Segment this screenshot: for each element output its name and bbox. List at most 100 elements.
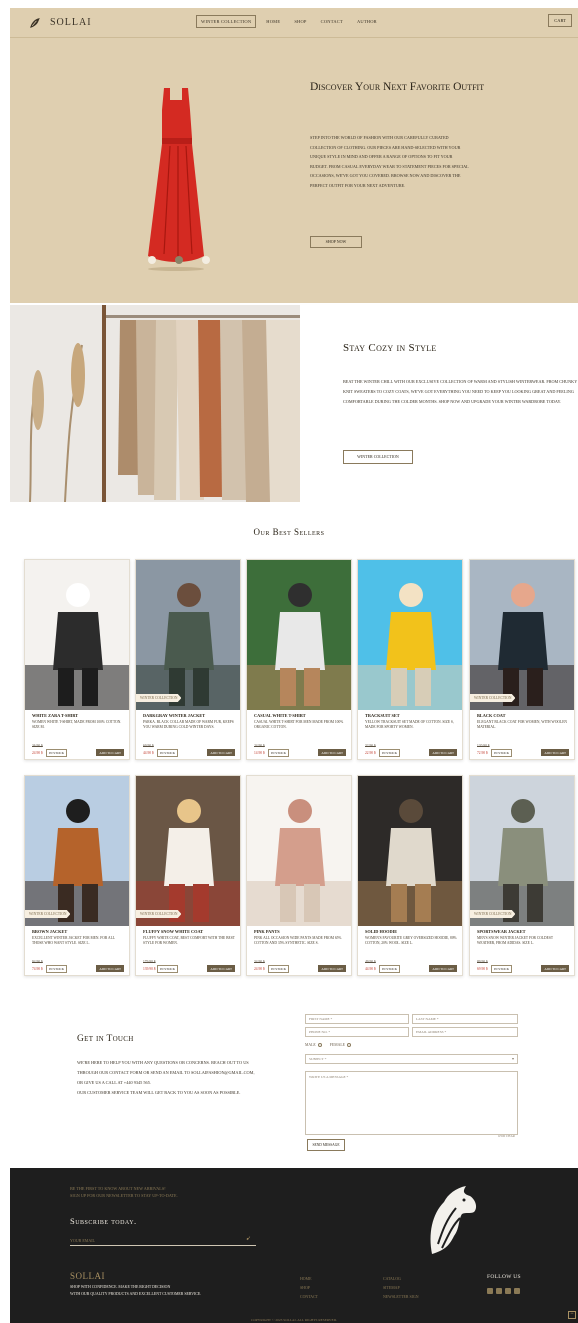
add-to-cart-button[interactable]: ADD TO CART xyxy=(429,749,457,756)
product-card[interactable]: WINTER COLLECTION Black Coat Elegant black… xyxy=(469,559,575,760)
facebook-icon[interactable] xyxy=(505,1288,511,1294)
product-card[interactable]: WINTER COLLECTION Brown Jacket Excellent w… xyxy=(24,775,130,976)
product-description: Women's favourite grey oversized hoodie,… xyxy=(365,936,457,945)
phone-field[interactable]: PHONE NO. * xyxy=(305,1027,409,1037)
send-icon[interactable]: ➹ xyxy=(246,1235,251,1242)
add-to-cart-button[interactable]: ADD TO CART xyxy=(96,749,124,756)
product-image[interactable] xyxy=(247,560,351,710)
nav-home[interactable]: HOME xyxy=(262,16,284,27)
product-name[interactable]: Casual White T-shirt xyxy=(254,713,306,718)
product-name[interactable]: White Zara T-shirt xyxy=(32,713,78,718)
product-old-price: 179.90 $ xyxy=(143,960,156,964)
product-description: Yellow tracksuit set made of cotton. Siz… xyxy=(365,720,454,729)
product-name[interactable]: Solid Hoodie xyxy=(365,929,397,934)
product-name[interactable]: Pink Pants xyxy=(254,929,280,934)
product-price: 22.90 $ xyxy=(365,751,376,755)
product-image[interactable] xyxy=(358,560,462,710)
add-to-cart-button[interactable]: ADD TO CART xyxy=(318,965,346,972)
footer-link-home[interactable]: HOME xyxy=(300,1275,318,1284)
footer-link-catalog[interactable]: CATALOG xyxy=(383,1275,419,1284)
product-name[interactable]: Tracksuit set xyxy=(365,713,400,718)
add-to-cart-button[interactable]: ADD TO CART xyxy=(541,749,569,756)
footer-link-newsletter[interactable]: NEWSLETTER SIGN xyxy=(383,1293,419,1302)
shop-now-button[interactable]: SHOP NOW xyxy=(310,236,362,248)
nav-contact[interactable]: CONTACT xyxy=(317,16,347,27)
product-image[interactable] xyxy=(136,776,240,926)
brand-name[interactable]: SOLLAI xyxy=(50,17,92,28)
product-image[interactable] xyxy=(470,776,574,926)
stock-badge: IN STOCK xyxy=(46,749,68,757)
carousel-dot-active[interactable] xyxy=(175,256,183,264)
newsletter-email-input[interactable]: YOUR EMAIL xyxy=(70,1236,256,1246)
product-image[interactable] xyxy=(470,560,574,710)
social-icons xyxy=(487,1288,520,1294)
carousel-dots xyxy=(148,256,210,264)
send-message-button[interactable]: SEND MESSAGE xyxy=(307,1139,345,1151)
product-image[interactable] xyxy=(25,560,129,710)
add-to-cart-button[interactable]: ADD TO CART xyxy=(541,965,569,972)
footer-tagline: Shop with confidence. Make the right dec… xyxy=(70,1284,201,1298)
product-card[interactable]: WINTER COLLECTION Sportswear Jacket Men's … xyxy=(469,775,575,976)
add-to-cart-button[interactable]: ADD TO CART xyxy=(207,749,235,756)
product-name[interactable]: Sportswear Jacket xyxy=(477,929,525,934)
subscribe-heading: Subscribe today. xyxy=(70,1216,137,1226)
footer-brand[interactable]: SOLLAI xyxy=(70,1271,105,1281)
product-old-price: 36.90 $ xyxy=(32,744,43,748)
main-nav: WINTER COLLECTION HOME SHOP CONTACT AUTH… xyxy=(196,15,381,28)
product-name[interactable]: Darkgray Winter Jacket xyxy=(143,713,205,718)
scroll-top-icon[interactable]: ^ xyxy=(568,1311,576,1319)
product-image[interactable] xyxy=(247,776,351,926)
product-card[interactable]: Casual White T-shirt Casual white T-shirt… xyxy=(246,559,352,760)
char-counter: 0/500 CHAR xyxy=(498,1134,515,1138)
youtube-icon[interactable] xyxy=(514,1288,520,1294)
add-to-cart-button[interactable]: ADD TO CART xyxy=(96,965,124,972)
footer-link-shop[interactable]: SHOP xyxy=(300,1284,318,1293)
add-to-cart-button[interactable]: ADD TO CART xyxy=(207,965,235,972)
add-to-cart-button[interactable]: ADD TO CART xyxy=(429,965,457,972)
product-card[interactable]: Solid Hoodie Women's favourite grey overs… xyxy=(357,775,463,976)
product-name[interactable]: Fluffy Snow White Coat xyxy=(143,929,203,934)
collection-badge: WINTER COLLECTION xyxy=(470,910,516,918)
product-old-price: 89.90 $ xyxy=(477,960,488,964)
carousel-dot[interactable] xyxy=(202,256,210,264)
cart-button[interactable]: CART xyxy=(548,14,572,27)
product-old-price: 49.90 $ xyxy=(365,960,376,964)
twitter-icon[interactable] xyxy=(496,1288,502,1294)
product-card[interactable]: WINTER COLLECTION Fluffy Snow White Coat F… xyxy=(135,775,241,976)
product-name[interactable]: Black Coat xyxy=(477,713,505,718)
email-field[interactable]: EMAIL ADDRESS * xyxy=(412,1027,518,1037)
product-card[interactable]: Tracksuit set Yellow tracksuit set made o… xyxy=(357,559,463,760)
carousel-dot[interactable] xyxy=(148,256,156,264)
product-price: 44.90 $ xyxy=(365,967,376,971)
hero-section: Discover Your Next Favorite Outfit Step … xyxy=(10,38,578,303)
horse-head-logo-icon xyxy=(430,1186,477,1254)
nav-shop[interactable]: SHOP xyxy=(290,16,310,27)
instagram-icon[interactable] xyxy=(487,1288,493,1294)
message-textarea[interactable]: WRITE US A MESSAGE * xyxy=(305,1071,518,1135)
product-image[interactable] xyxy=(25,776,129,926)
stock-badge: IN STOCK xyxy=(157,965,179,973)
nav-winter-collection[interactable]: WINTER COLLECTION xyxy=(196,15,257,28)
footer-links-1: HOME SHOP CONTACT xyxy=(300,1275,318,1302)
product-image[interactable] xyxy=(358,776,462,926)
horse-logo-icon[interactable] xyxy=(28,16,42,30)
nav-author[interactable]: AUTHOR xyxy=(353,16,381,27)
product-name[interactable]: Brown Jacket xyxy=(32,929,67,934)
collection-badge: WINTER COLLECTION xyxy=(136,910,182,918)
product-description: Men's snow winter jacket for coldest wea… xyxy=(477,936,553,945)
product-card[interactable]: WINTER COLLECTION Darkgray Winter Jacket P… xyxy=(135,559,241,760)
footer-link-contact[interactable]: CONTACT xyxy=(300,1293,318,1302)
product-card[interactable]: White Zara T-shirt Women white T-shirt, m… xyxy=(24,559,130,760)
add-to-cart-button[interactable]: ADD TO CART xyxy=(318,749,346,756)
stock-badge: IN STOCK xyxy=(268,749,290,757)
last-name-field[interactable]: LAST NAME * xyxy=(412,1014,518,1024)
product-card[interactable]: Pink Pants Pink all occasion wide pants m… xyxy=(246,775,352,976)
subject-select[interactable]: SUBJECT * ▾ xyxy=(305,1054,518,1064)
female-radio[interactable]: FEMALE xyxy=(330,1043,351,1048)
first-name-field[interactable]: FIRST NAME * xyxy=(305,1014,409,1024)
contact-text: We're here to help you with any question… xyxy=(77,1058,257,1098)
male-radio[interactable]: MALE xyxy=(305,1043,322,1048)
footer-link-sitemap[interactable]: SITEMAP xyxy=(383,1284,419,1293)
winter-collection-button[interactable]: WINTER COLLECTION xyxy=(343,450,413,464)
product-image[interactable] xyxy=(136,560,240,710)
